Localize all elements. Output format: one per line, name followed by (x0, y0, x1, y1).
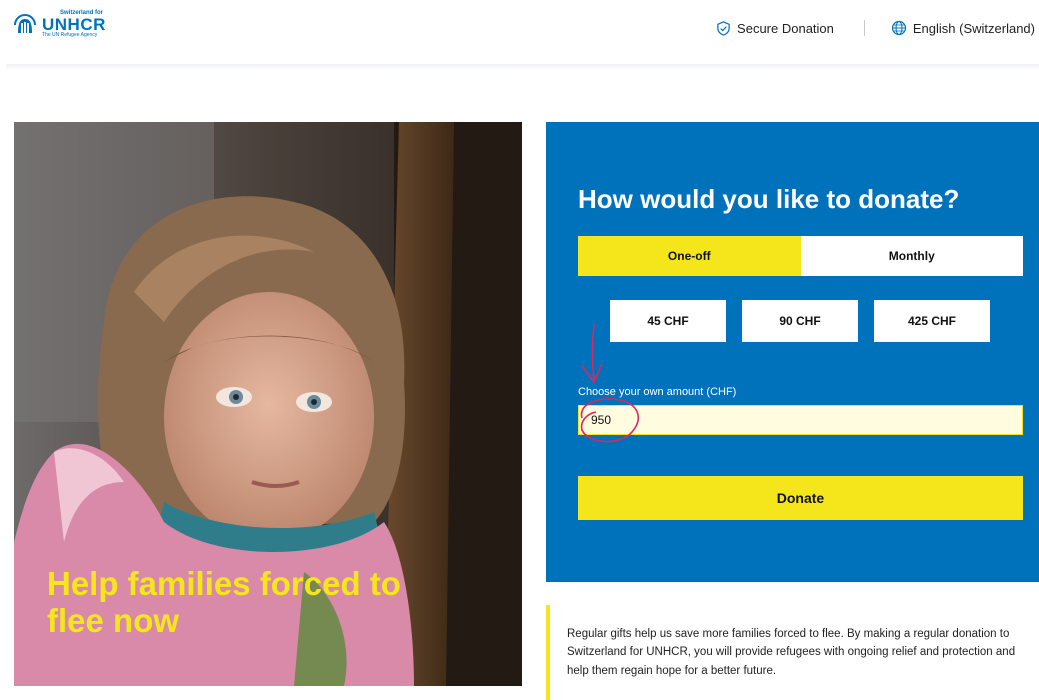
globe-icon (891, 20, 906, 36)
regular-gift-info: Regular gifts help us save more families… (546, 605, 1039, 700)
hero-headline-line1: Help families forced to (47, 565, 401, 602)
own-amount-input[interactable] (578, 405, 1023, 435)
amount-90-button[interactable]: 90 CHF (742, 300, 858, 342)
header-actions: Secure Donation English (Switzerland) (716, 20, 1035, 36)
language-label: English (Switzerland) (912, 20, 1035, 36)
donation-panel: How would you like to donate? One-off Mo… (546, 122, 1039, 582)
site-header: Switzerland for UNHCR The UN Refugee Age… (0, 0, 1039, 64)
donation-title: How would you like to donate? (578, 184, 960, 214)
preset-amounts: 45 CHF 90 CHF 425 CHF (610, 300, 1006, 342)
donate-button[interactable]: Donate (578, 476, 1023, 520)
secure-donation-badge: Secure Donation (716, 21, 834, 36)
logo-sub-text: The UN Refugee Agency (42, 32, 98, 38)
amount-425-button[interactable]: 425 CHF (874, 300, 990, 342)
one-off-button[interactable]: One-off (578, 236, 801, 276)
own-amount-label: Choose your own amount (CHF) (578, 386, 737, 398)
unhcr-emblem-icon (14, 14, 36, 33)
monthly-button[interactable]: Monthly (800, 236, 1023, 276)
header-divider (863, 20, 865, 36)
logo-main-text: UNHCR (42, 15, 106, 34)
frequency-toggle: One-off Monthly (578, 236, 1023, 276)
language-selector[interactable]: English (Switzerland) (891, 20, 1035, 36)
shield-check-icon (717, 20, 730, 36)
unhcr-logo[interactable]: Switzerland for UNHCR The UN Refugee Age… (12, 10, 106, 38)
hero-image: Help families forced to flee now (14, 122, 522, 686)
header-shadow (6, 64, 1039, 70)
amount-45-button[interactable]: 45 CHF (610, 300, 726, 342)
hero-headline: Help families forced to flee now (47, 565, 487, 640)
hero-headline-line2: flee now (47, 601, 180, 639)
secure-donation-label: Secure Donation (737, 20, 834, 36)
